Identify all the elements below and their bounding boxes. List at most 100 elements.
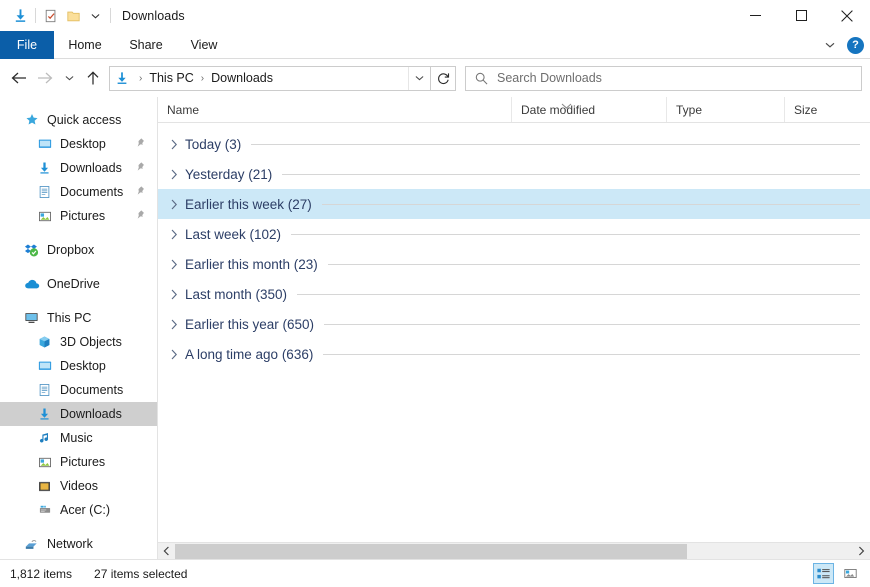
sidebar-label-documents-qa: Documents [60,185,124,199]
group-separator-line [327,263,860,265]
new-folder-icon[interactable] [62,5,84,27]
group-separator-line [291,233,860,235]
title-bar: Downloads [0,0,870,31]
hard-drive-icon [36,502,53,519]
scroll-right-arrow-icon[interactable] [853,542,870,560]
customize-qat-chevron-icon[interactable] [84,5,106,27]
sidebar-label-pictures-qa: Pictures [60,209,106,223]
sidebar-item-pictures-qa[interactable]: Pictures [0,204,157,228]
sidebar-item-music[interactable]: Music [0,426,157,450]
pin-icon-documents[interactable] [135,185,145,199]
sidebar-item-desktop-pc[interactable]: Desktop [0,354,157,378]
tab-share[interactable]: Share [116,31,176,59]
breadcrumb-separator-0: › [139,72,143,84]
sidebar-item-videos[interactable]: Videos [0,474,157,498]
sidebar-item-documents-qa[interactable]: Documents [0,180,157,204]
group-row-earlier-this-week[interactable]: Earlier this week (27) [158,189,870,219]
chevron-right-icon[interactable] [166,169,182,180]
sidebar-item-pictures-pc[interactable]: Pictures [0,450,157,474]
group-label-earlier-this-week: Earlier this week (27) [185,196,312,212]
large-icons-view-button[interactable] [840,563,861,584]
chevron-right-icon[interactable] [166,259,182,270]
status-selection-count: 27 items selected [94,566,188,581]
column-header-date-modified[interactable]: Date modified [511,97,666,122]
column-header-size[interactable]: Size [784,97,864,122]
search-placeholder: Search Downloads [497,71,602,85]
navigation-bar: › This PC › Downloads Search Downloads [0,59,870,97]
group-row-earlier-this-year[interactable]: Earlier this year (650) [158,309,870,339]
address-bar[interactable]: › This PC › Downloads [109,65,431,91]
group-row-a-long-time-ago[interactable]: A long time ago (636) [158,339,870,369]
pin-icon-desktop[interactable] [135,137,145,151]
sidebar-label-music: Music [60,431,93,445]
group-separator-line [323,353,860,355]
chevron-right-icon[interactable] [166,229,182,240]
forward-button[interactable] [32,65,58,91]
group-row-today[interactable]: Today (3) [158,129,870,159]
tab-file[interactable]: File [0,31,54,59]
sidebar-item-quick-access[interactable]: Quick access [0,108,157,132]
sidebar-item-this-pc[interactable]: This PC [0,306,157,330]
back-button[interactable] [6,65,32,91]
address-download-icon [110,71,134,85]
column-header-type[interactable]: Type [666,97,784,122]
sidebar-item-onedrive[interactable]: OneDrive [0,272,157,296]
sidebar-item-downloads-pc[interactable]: Downloads [0,402,157,426]
address-dropdown-chevron-icon[interactable] [408,66,430,90]
column-header-name[interactable]: Name [158,97,511,122]
sidebar-label-documents-pc: Documents [60,383,124,397]
scroll-left-arrow-icon[interactable] [158,542,175,560]
sidebar-item-documents-pc[interactable]: Documents [0,378,157,402]
group-row-earlier-this-month[interactable]: Earlier this month (23) [158,249,870,279]
breadcrumb-item-this-pc[interactable]: This PC [147,71,195,85]
sidebar-gap-3 [0,296,157,306]
close-button[interactable] [824,0,870,31]
refresh-button[interactable] [431,65,456,91]
up-button[interactable] [80,65,106,91]
sidebar-item-3d-objects[interactable]: 3D Objects [0,330,157,354]
details-view-button[interactable] [813,563,834,584]
properties-icon[interactable] [40,5,62,27]
desktop-icon [36,358,53,375]
group-row-yesterday[interactable]: Yesterday (21) [158,159,870,189]
star-icon [23,112,40,129]
chevron-right-icon[interactable] [166,289,182,300]
chevron-right-icon[interactable] [166,199,182,210]
group-row-last-month[interactable]: Last month (350) [158,279,870,309]
ribbon-tab-bar: File Home Share View ? [0,31,870,59]
sort-descending-icon [561,98,572,112]
pin-icon-pictures[interactable] [135,209,145,223]
expand-ribbon-chevron-icon[interactable] [821,36,839,54]
file-list-pane: Name Date modified Type Size Today (3) Y… [158,97,870,560]
sidebar-item-acer-c[interactable]: Acer (C:) [0,498,157,522]
group-label-last-week: Last week (102) [185,226,282,242]
horizontal-scrollbar[interactable] [158,542,870,560]
recent-locations-chevron-icon[interactable] [58,65,80,91]
documents-icon [36,184,53,201]
pin-icon-downloads[interactable] [135,161,145,175]
breadcrumb-item-downloads[interactable]: Downloads [209,71,275,85]
downloads-folder-icon[interactable] [9,5,31,27]
sidebar-item-network[interactable]: Network [0,532,157,556]
group-row-last-week[interactable]: Last week (102) [158,219,870,249]
sidebar-label-downloads-qa: Downloads [60,161,122,175]
sidebar-item-dropbox[interactable]: Dropbox [0,238,157,262]
maximize-button[interactable] [778,0,824,31]
chevron-right-icon[interactable] [166,139,182,150]
tab-home[interactable]: Home [54,31,116,59]
qat-divider-1 [35,8,36,23]
scrollbar-track[interactable] [175,542,853,560]
pictures-icon [36,454,53,471]
sidebar-item-desktop-qa[interactable]: Desktop [0,132,157,156]
minimize-button[interactable] [732,0,778,31]
scrollbar-thumb[interactable] [175,543,687,559]
chevron-right-icon[interactable] [166,319,182,330]
search-box[interactable]: Search Downloads [465,65,862,91]
tab-view[interactable]: View [176,31,232,59]
network-icon [23,536,40,553]
help-button[interactable]: ? [847,36,864,54]
group-label-today: Today (3) [185,136,242,152]
sidebar-item-downloads-qa[interactable]: Downloads [0,156,157,180]
chevron-right-icon[interactable] [166,349,182,360]
sidebar-label-3d-objects: 3D Objects [60,335,122,349]
